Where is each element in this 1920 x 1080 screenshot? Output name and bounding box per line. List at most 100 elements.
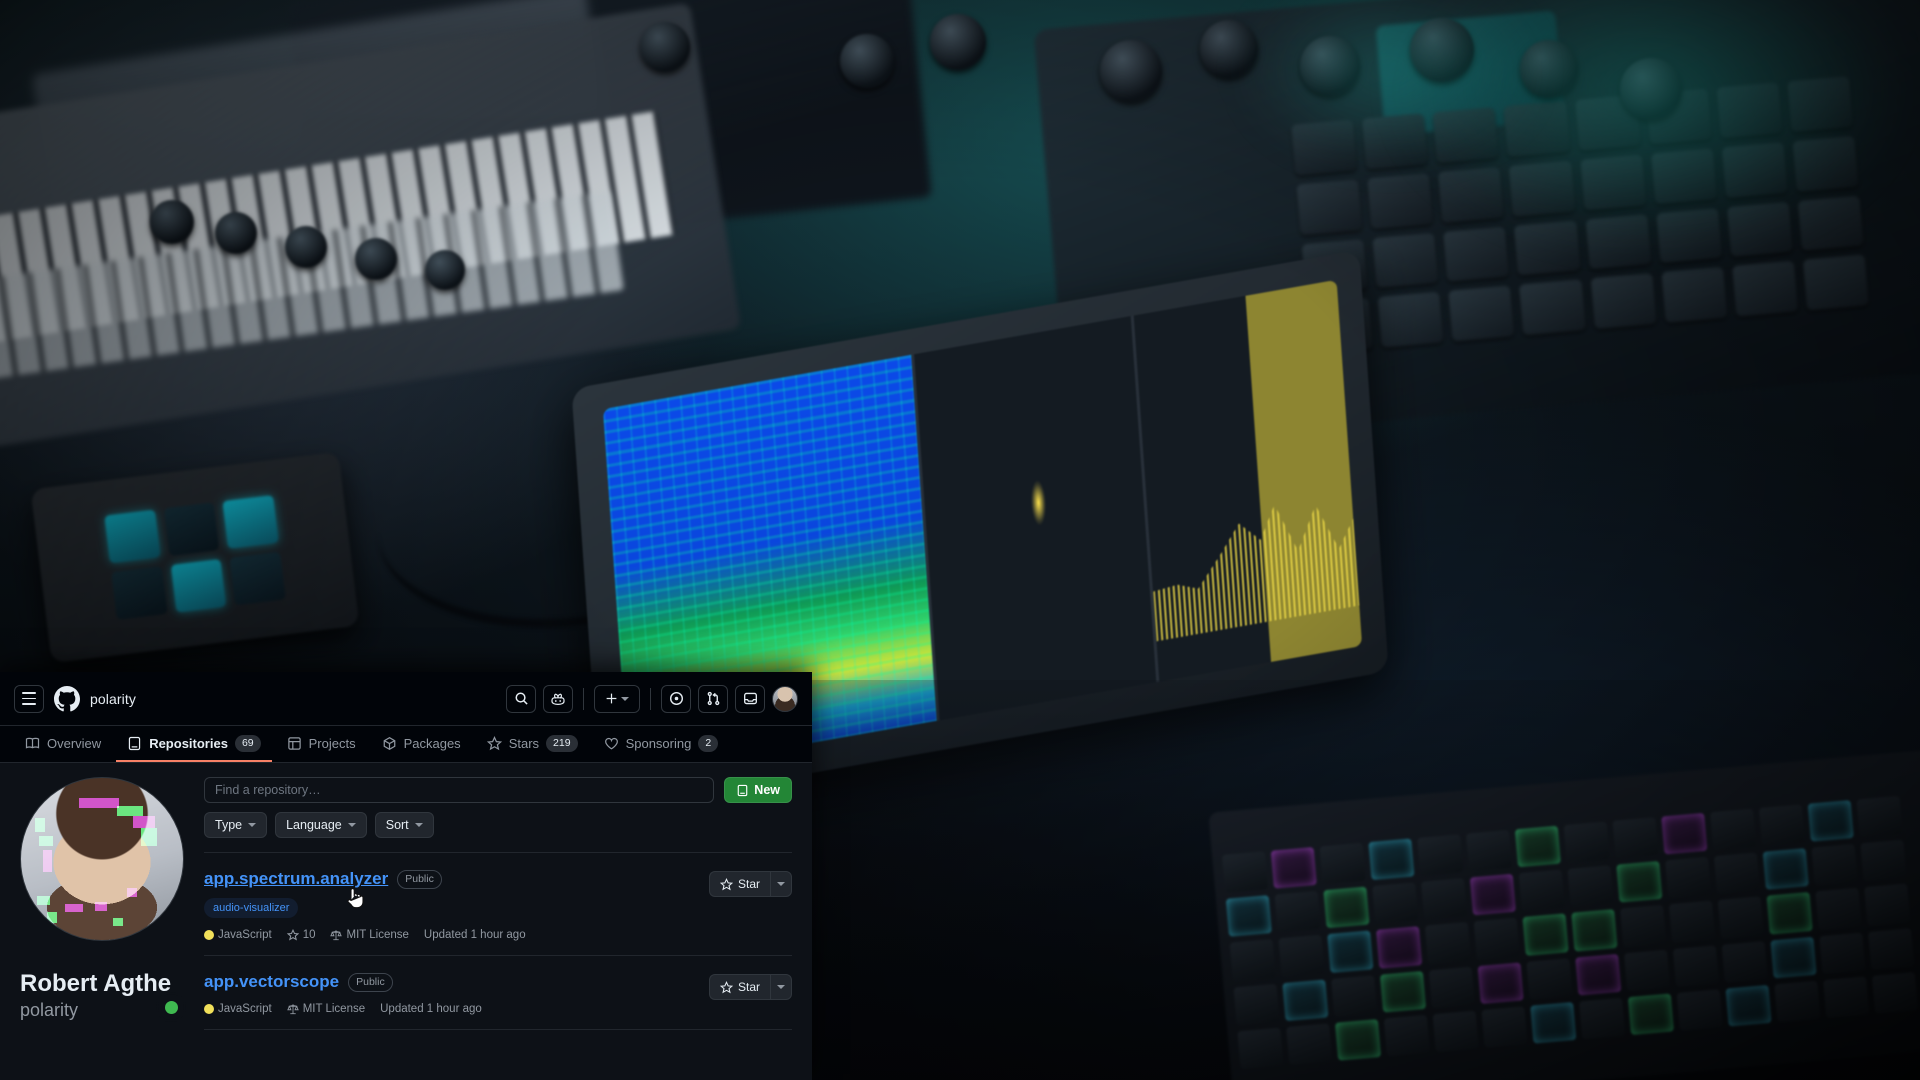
repo-visibility-badge: Public <box>397 869 442 889</box>
star-icon <box>286 929 299 941</box>
repo-info: app.spectrum.analyzer Public audio-visua… <box>204 869 697 941</box>
topic-tag[interactable]: audio-visualizer <box>204 898 299 918</box>
repo-title-line: app.spectrum.analyzer Public <box>204 869 697 889</box>
profile-avatar[interactable] <box>20 777 184 941</box>
header-actions <box>506 684 798 713</box>
tab-packages[interactable]: Packages <box>371 726 472 762</box>
star-dropdown-button[interactable] <box>770 871 792 897</box>
profile-sidebar: Robert Agthe polarity <box>0 763 190 1030</box>
star-button-label: Star <box>737 877 760 891</box>
header-divider <box>650 687 651 710</box>
repo-metadata: JavaScript 10 MIT License Updated 1 hour… <box>204 929 697 941</box>
new-button-label: New <box>754 783 780 797</box>
copilot-icon[interactable] <box>543 684 573 713</box>
tab-label: Overview <box>47 735 102 751</box>
tab-counter: 2 <box>698 734 719 752</box>
updated-label: Updated 1 hour ago <box>423 929 526 941</box>
tab-counter: 219 <box>546 734 578 752</box>
repo-icon <box>738 784 748 796</box>
repo-actions: Star <box>708 972 792 1015</box>
search-icon[interactable] <box>506 684 536 713</box>
book-icon <box>25 737 40 749</box>
filter-label: Type <box>215 818 243 832</box>
language-color-dot <box>204 930 214 940</box>
repositories-panel: New Type Language Sort <box>190 763 812 1030</box>
chevron-down-icon <box>621 696 629 701</box>
github-mark-icon[interactable] <box>54 685 80 712</box>
chevron-down-icon <box>347 823 356 827</box>
repo-info: app.vectorscope Public JavaScript MIT Li… <box>204 972 697 1015</box>
heart-icon <box>604 737 618 749</box>
header-divider <box>583 687 584 710</box>
github-profile-window: polarity Overview Repositories 69 Projec… <box>0 672 812 1080</box>
star-button-group: Star <box>708 871 792 897</box>
table-icon <box>287 736 301 750</box>
filter-sort-button[interactable]: Sort <box>374 812 434 838</box>
status-badge[interactable] <box>156 992 186 1022</box>
tab-stars[interactable]: Stars 219 <box>476 726 589 762</box>
repo-filter-row: Type Language Sort <box>204 812 792 838</box>
repo-title-line: app.vectorscope Public <box>204 972 697 992</box>
repo-visibility-badge: Public <box>348 972 393 992</box>
repo-updated: Updated 1 hour ago <box>424 929 526 941</box>
repo-link[interactable]: app.vectorscope <box>204 972 339 992</box>
repo-license: MIT License <box>330 929 409 941</box>
git-pull-request-icon[interactable] <box>698 684 728 713</box>
repo-link[interactable]: app.spectrum.analyzer <box>204 869 388 889</box>
create-new-button[interactable] <box>594 684 640 713</box>
search-input[interactable] <box>204 777 715 803</box>
filter-language-button[interactable]: Language <box>275 812 367 838</box>
filter-type-button[interactable]: Type <box>204 812 268 838</box>
star-button-group: Star <box>708 974 792 1000</box>
repo-search-row: New <box>204 777 792 803</box>
star-count: 10 <box>302 929 316 941</box>
law-icon <box>286 1004 299 1015</box>
filter-label: Sort <box>385 818 409 832</box>
new-repository-button[interactable]: New <box>724 777 792 803</box>
chevron-down-icon <box>414 823 423 827</box>
repo-license: MIT License <box>286 1003 366 1015</box>
table-row: app.spectrum.analyzer Public audio-visua… <box>204 853 792 956</box>
updated-label: Updated 1 hour ago <box>380 1003 482 1015</box>
tab-projects[interactable]: Projects <box>276 726 367 762</box>
star-button[interactable]: Star <box>708 871 770 897</box>
issue-opened-icon[interactable] <box>661 684 691 713</box>
chevron-down-icon <box>777 985 785 989</box>
star-button[interactable]: Star <box>708 974 770 1000</box>
avatar[interactable] <box>772 685 798 712</box>
repository-list: app.spectrum.analyzer Public audio-visua… <box>204 852 792 1030</box>
license-label: MIT License <box>302 1003 366 1015</box>
profile-body: Robert Agthe polarity New Type <box>0 763 812 1030</box>
repo-metadata: JavaScript MIT License Updated 1 hour ag… <box>204 1003 697 1015</box>
chevron-down-icon <box>248 823 257 827</box>
law-icon <box>330 930 343 941</box>
tab-label: Projects <box>308 735 356 751</box>
star-dropdown-button[interactable] <box>770 974 792 1000</box>
tab-label: Sponsoring <box>625 735 692 751</box>
header-owner-name[interactable]: polarity <box>90 691 136 707</box>
repo-topics: audio-visualizer <box>204 898 697 918</box>
github-header: polarity <box>0 672 812 726</box>
hamburger-icon[interactable] <box>14 684 44 713</box>
language-label: JavaScript <box>218 1003 272 1015</box>
inbox-icon[interactable] <box>735 684 765 713</box>
tab-label: Repositories <box>149 735 228 751</box>
repo-language: JavaScript <box>204 929 272 941</box>
page-title: Robert Agthe <box>20 970 172 997</box>
profile-login: polarity <box>20 1000 79 1020</box>
chevron-down-icon <box>777 882 785 886</box>
tab-overview[interactable]: Overview <box>14 726 112 762</box>
language-color-dot <box>204 1004 214 1014</box>
star-icon <box>719 980 733 993</box>
table-row: app.vectorscope Public JavaScript MIT Li… <box>204 956 792 1030</box>
repo-stars[interactable]: 10 <box>286 929 316 941</box>
tab-sponsoring[interactable]: Sponsoring 2 <box>593 726 730 762</box>
repo-language: JavaScript <box>204 1003 272 1015</box>
package-icon <box>383 736 395 750</box>
repo-updated: Updated 1 hour ago <box>380 1003 482 1015</box>
star-icon <box>719 877 733 890</box>
star-icon <box>486 735 502 750</box>
tab-counter: 69 <box>234 734 261 752</box>
star-button-label: Star <box>737 980 760 994</box>
tab-repositories[interactable]: Repositories 69 <box>116 726 272 762</box>
